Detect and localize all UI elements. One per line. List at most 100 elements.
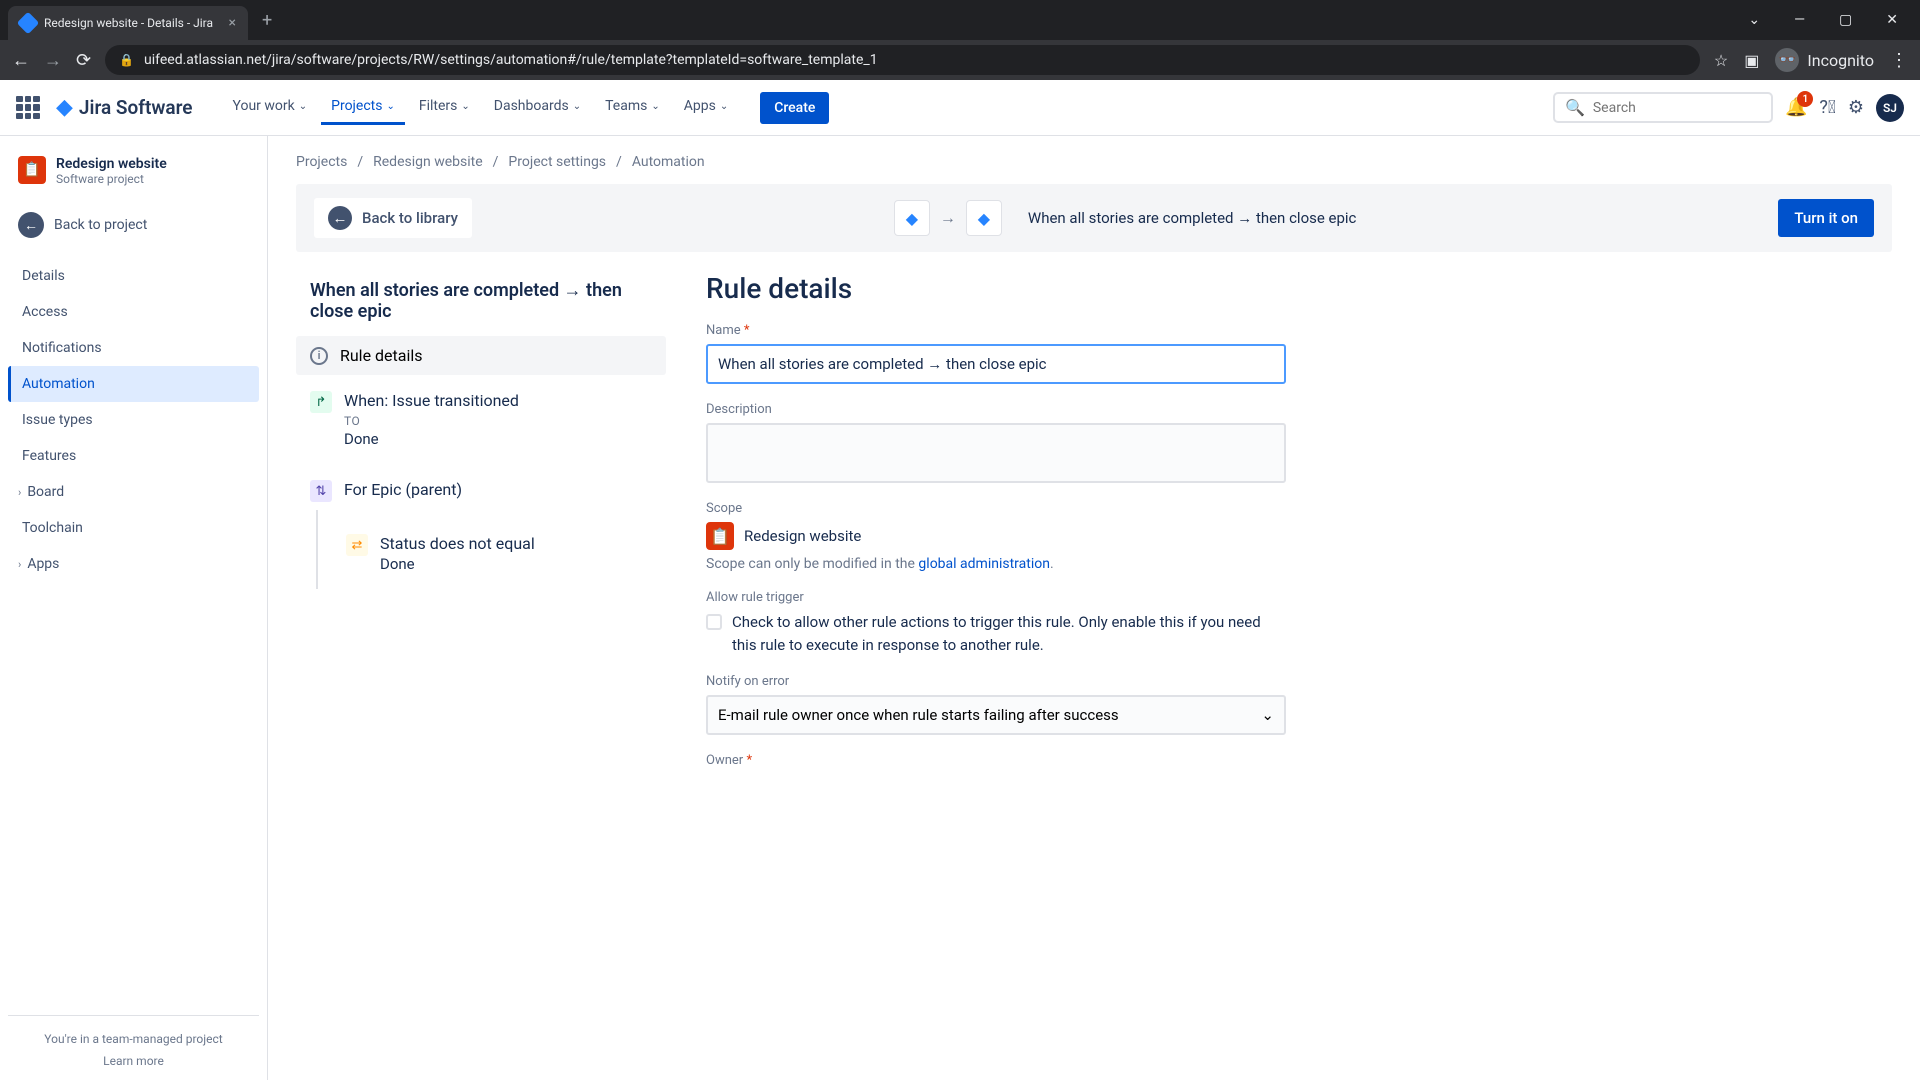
notify-select[interactable]: E-mail rule owner once when rule starts … [706, 695, 1286, 735]
scope-value: Redesign website [744, 527, 861, 545]
jira-mark-icon: ◆ [56, 95, 73, 120]
breadcrumb-item[interactable]: Automation [632, 154, 705, 170]
search-icon: 🔍 [1565, 98, 1585, 117]
rule-flow-icons: ◆ → ◆ [894, 200, 1002, 236]
bookmark-icon[interactable]: ☆ [1714, 51, 1728, 70]
user-avatar[interactable]: SJ [1876, 94, 1904, 122]
rule-tree-panel: When all stories are completed → then cl… [296, 272, 666, 786]
chevron-down-icon: ⌄ [1261, 706, 1274, 724]
step-icon: ↱ [310, 391, 332, 413]
step-icon: ⇄ [346, 534, 368, 556]
nav-item-dashboards[interactable]: Dashboards⌄ [484, 90, 591, 125]
incognito-icon: 👓 [1775, 48, 1799, 72]
tab-title: Redesign website - Details - Jira [44, 16, 213, 30]
rule-tree-title: When all stories are completed → then cl… [296, 272, 666, 336]
new-tab-button[interactable]: + [262, 10, 272, 31]
description-input[interactable] [706, 423, 1286, 483]
search-box[interactable]: 🔍 [1553, 92, 1773, 123]
nav-item-teams[interactable]: Teams⌄ [595, 90, 670, 125]
project-type: Software project [56, 172, 167, 186]
info-icon: i [310, 347, 328, 365]
jira-header: ◆ Jira Software Your work⌄Projects⌄Filte… [0, 80, 1920, 136]
rule-details-item[interactable]: i Rule details [296, 336, 666, 375]
lock-icon: 🔒 [119, 53, 134, 67]
project-name: Redesign website [56, 156, 167, 172]
rule-step[interactable]: ↱When: Issue transitionedTODone [296, 375, 666, 464]
maximize-icon[interactable]: ▢ [1831, 8, 1860, 32]
sidebar-item-details[interactable]: Details [8, 258, 259, 294]
allow-trigger-label: Allow rule trigger [706, 590, 1286, 605]
browser-menu-icon[interactable]: ⋮ [1890, 50, 1908, 71]
scope-note: Scope can only be modified in the global… [706, 556, 1286, 572]
name-input[interactable] [706, 344, 1286, 384]
url-text: uifeed.atlassian.net/jira/software/proje… [144, 52, 878, 68]
sidebar-item-automation[interactable]: Automation [8, 366, 259, 402]
sidebar-item-access[interactable]: Access [8, 294, 259, 330]
url-field[interactable]: 🔒 uifeed.atlassian.net/jira/software/pro… [105, 45, 1700, 75]
help-icon[interactable]: ?⃝ [1819, 97, 1836, 118]
create-button[interactable]: Create [760, 92, 829, 124]
global-admin-link[interactable]: global administration [918, 556, 1050, 572]
learn-more-link[interactable]: Learn more [18, 1054, 249, 1068]
allow-trigger-checkbox[interactable] [706, 614, 722, 630]
reload-icon[interactable]: ⟳ [76, 50, 91, 71]
close-tab-icon[interactable]: × [229, 15, 236, 31]
nav-item-apps[interactable]: Apps⌄ [674, 90, 738, 125]
description-label: Description [706, 402, 1286, 417]
close-window-icon[interactable]: ✕ [1878, 8, 1906, 32]
browser-tab[interactable]: Redesign website - Details - Jira × [8, 6, 248, 40]
project-sidebar: 📋 Redesign website Software project ← Ba… [0, 136, 268, 1080]
breadcrumb-item[interactable]: Project settings [508, 154, 606, 170]
sidebar-item-issue-types[interactable]: Issue types [8, 402, 259, 438]
app-switcher-icon[interactable] [16, 96, 40, 120]
project-header[interactable]: 📋 Redesign website Software project [8, 156, 259, 202]
sidebar-footer: You're in a team-managed project Learn m… [8, 1015, 259, 1068]
trigger-flow-icon: ◆ [894, 200, 930, 236]
search-input[interactable] [1593, 100, 1761, 116]
jira-product-name: Jira Software [79, 96, 193, 119]
breadcrumb-item[interactable]: Projects [296, 154, 347, 170]
tab-dropdown-icon[interactable]: ⌄ [1740, 8, 1768, 32]
sidebar-item-apps[interactable]: ›Apps [8, 546, 259, 582]
arrow-left-icon: ← [18, 212, 44, 238]
jira-logo[interactable]: ◆ Jira Software [56, 95, 193, 120]
allow-trigger-text: Check to allow other rule actions to tri… [732, 611, 1286, 656]
nav-item-projects[interactable]: Projects⌄ [321, 90, 405, 125]
action-flow-icon: ◆ [966, 200, 1002, 236]
nav-item-filters[interactable]: Filters⌄ [409, 90, 480, 125]
sidebar-item-notifications[interactable]: Notifications [8, 330, 259, 366]
browser-tab-strip: Redesign website - Details - Jira × + ⌄ … [0, 0, 1920, 40]
jira-favicon [17, 12, 40, 35]
back-icon[interactable]: ← [12, 50, 30, 71]
settings-gear-icon[interactable]: ⚙ [1848, 97, 1864, 118]
rule-step[interactable]: ⇅For Epic (parent) [296, 464, 666, 518]
rule-details-form: Rule details Name * Description Scope 📋 … [706, 272, 1286, 786]
step-icon: ⇅ [310, 480, 332, 502]
scope-label: Scope [706, 501, 1286, 516]
forward-icon[interactable]: → [44, 50, 62, 71]
flow-arrow-icon: → [940, 208, 956, 228]
rule-summary-text: When all stories are completed → then cl… [1028, 209, 1357, 227]
notification-badge: 1 [1797, 91, 1813, 107]
back-to-library-button[interactable]: ← Back to library [314, 198, 472, 238]
sidebar-item-features[interactable]: Features [8, 438, 259, 474]
extensions-icon[interactable]: ▣ [1744, 51, 1759, 70]
sidebar-item-board[interactable]: ›Board [8, 474, 259, 510]
back-to-project[interactable]: ← Back to project [8, 202, 259, 248]
sidebar-item-toolchain[interactable]: Toolchain [8, 510, 259, 546]
notifications-button[interactable]: 🔔 1 [1785, 97, 1807, 118]
rule-step[interactable]: ⇄Status does not equalDone [332, 518, 666, 589]
incognito-indicator[interactable]: 👓 Incognito [1775, 48, 1874, 72]
arrow-left-circle-icon: ← [328, 206, 352, 230]
browser-address-bar: ← → ⟳ 🔒 uifeed.atlassian.net/jira/softwa… [0, 40, 1920, 80]
name-label: Name * [706, 323, 1286, 338]
nav-item-your-work[interactable]: Your work⌄ [223, 90, 318, 125]
owner-label: Owner * [706, 753, 1286, 768]
turn-on-button[interactable]: Turn it on [1778, 199, 1874, 237]
project-icon: 📋 [18, 156, 46, 184]
notify-label: Notify on error [706, 674, 1286, 689]
minimize-icon[interactable]: — [1786, 8, 1813, 32]
breadcrumb-item[interactable]: Redesign website [373, 154, 483, 170]
form-heading: Rule details [706, 272, 1286, 305]
rule-header-bar: ← Back to library ◆ → ◆ When all stories… [296, 184, 1892, 252]
